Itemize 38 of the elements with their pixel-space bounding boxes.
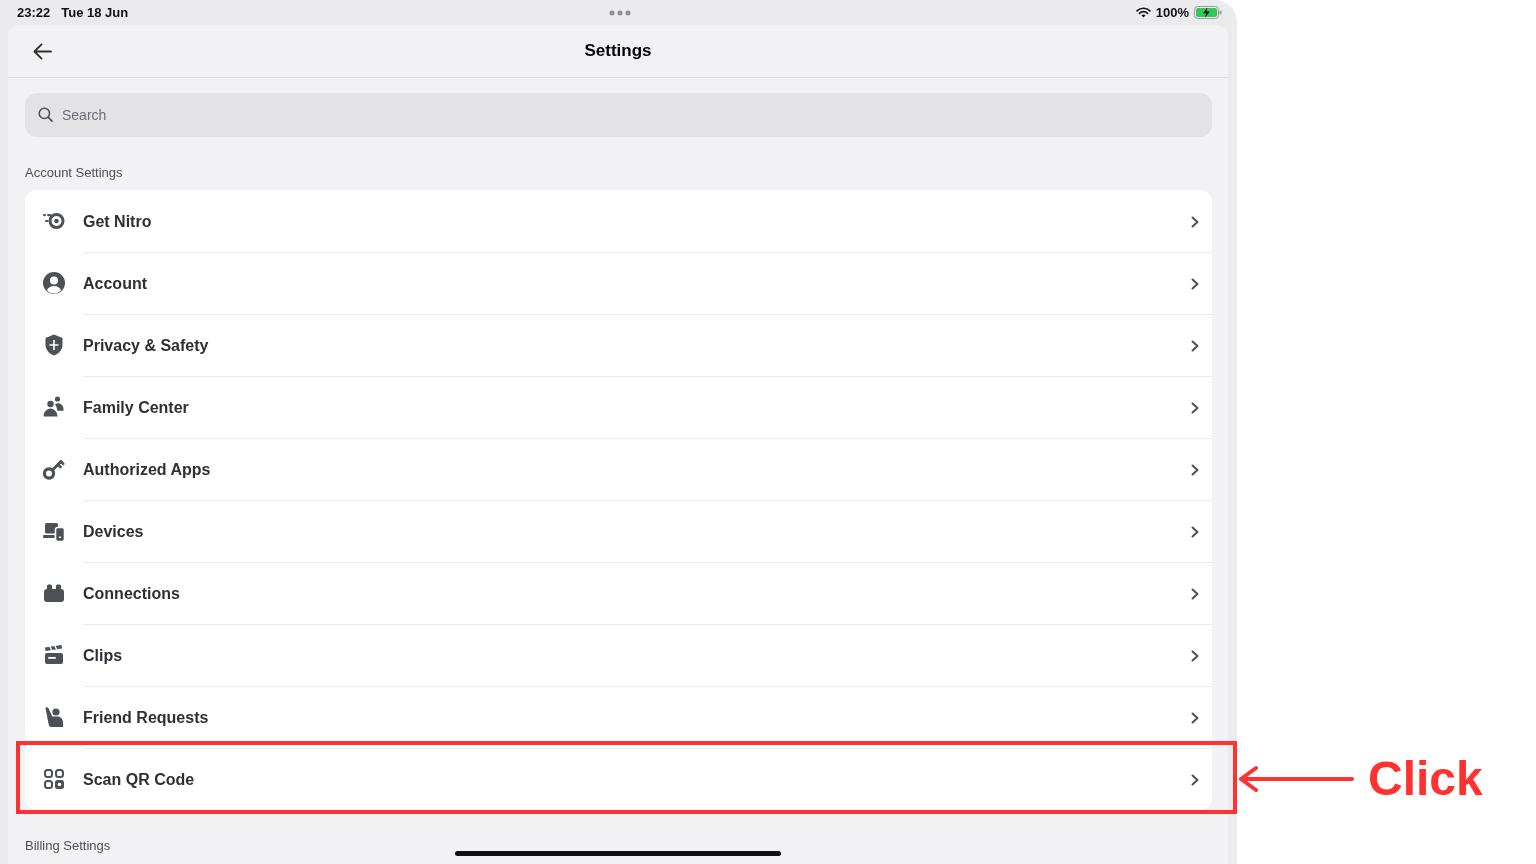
settings-row[interactable]: Get Nitro xyxy=(25,190,1212,252)
section-title: Billing Settings xyxy=(25,838,111,854)
key-icon xyxy=(42,457,66,481)
people-icon xyxy=(42,395,66,419)
settings-row[interactable]: Friend Requests xyxy=(25,686,1212,748)
chevron-right-icon xyxy=(1191,711,1199,724)
person-circle-icon xyxy=(42,271,66,295)
chevron-right-icon xyxy=(1191,649,1199,662)
settings-row[interactable]: Scan QR Code xyxy=(25,748,1212,810)
status-time: 23:22 xyxy=(17,5,51,20)
qr-scan-icon xyxy=(42,767,66,791)
status-date: Tue 18 Jun xyxy=(61,5,129,20)
chevron-right-icon xyxy=(1191,525,1199,538)
settings-row[interactable]: Devices xyxy=(25,500,1212,562)
section-title: Account Settings xyxy=(25,165,123,181)
search-field[interactable]: Search xyxy=(25,93,1212,137)
battery-charging-icon xyxy=(1194,6,1222,19)
callout-label: Click xyxy=(1368,755,1483,803)
settings-row[interactable]: Family Center xyxy=(25,376,1212,438)
chevron-right-icon xyxy=(1191,215,1199,228)
clapperboard-icon xyxy=(42,643,66,667)
wifi-icon xyxy=(1135,7,1151,18)
page-title: Settings xyxy=(584,41,652,61)
chevron-right-icon xyxy=(1191,587,1199,600)
settings-row[interactable]: Authorized Apps xyxy=(25,438,1212,500)
more-dots-icon[interactable] xyxy=(608,9,631,16)
back-arrow-icon[interactable] xyxy=(33,42,52,60)
chevron-right-icon xyxy=(1191,463,1199,476)
settings-row[interactable]: Connections xyxy=(25,562,1212,624)
search-icon xyxy=(38,107,53,122)
settings-row[interactable]: Privacy & Safety xyxy=(25,314,1212,376)
chevron-right-icon xyxy=(1191,401,1199,414)
chevron-right-icon xyxy=(1191,277,1199,290)
settings-row[interactable]: Clips xyxy=(25,624,1212,686)
chevron-right-icon xyxy=(1191,339,1199,352)
settings-row[interactable]: Account xyxy=(25,252,1212,314)
battery-percent: 100% xyxy=(1155,5,1189,20)
chevron-right-icon xyxy=(1191,773,1199,786)
